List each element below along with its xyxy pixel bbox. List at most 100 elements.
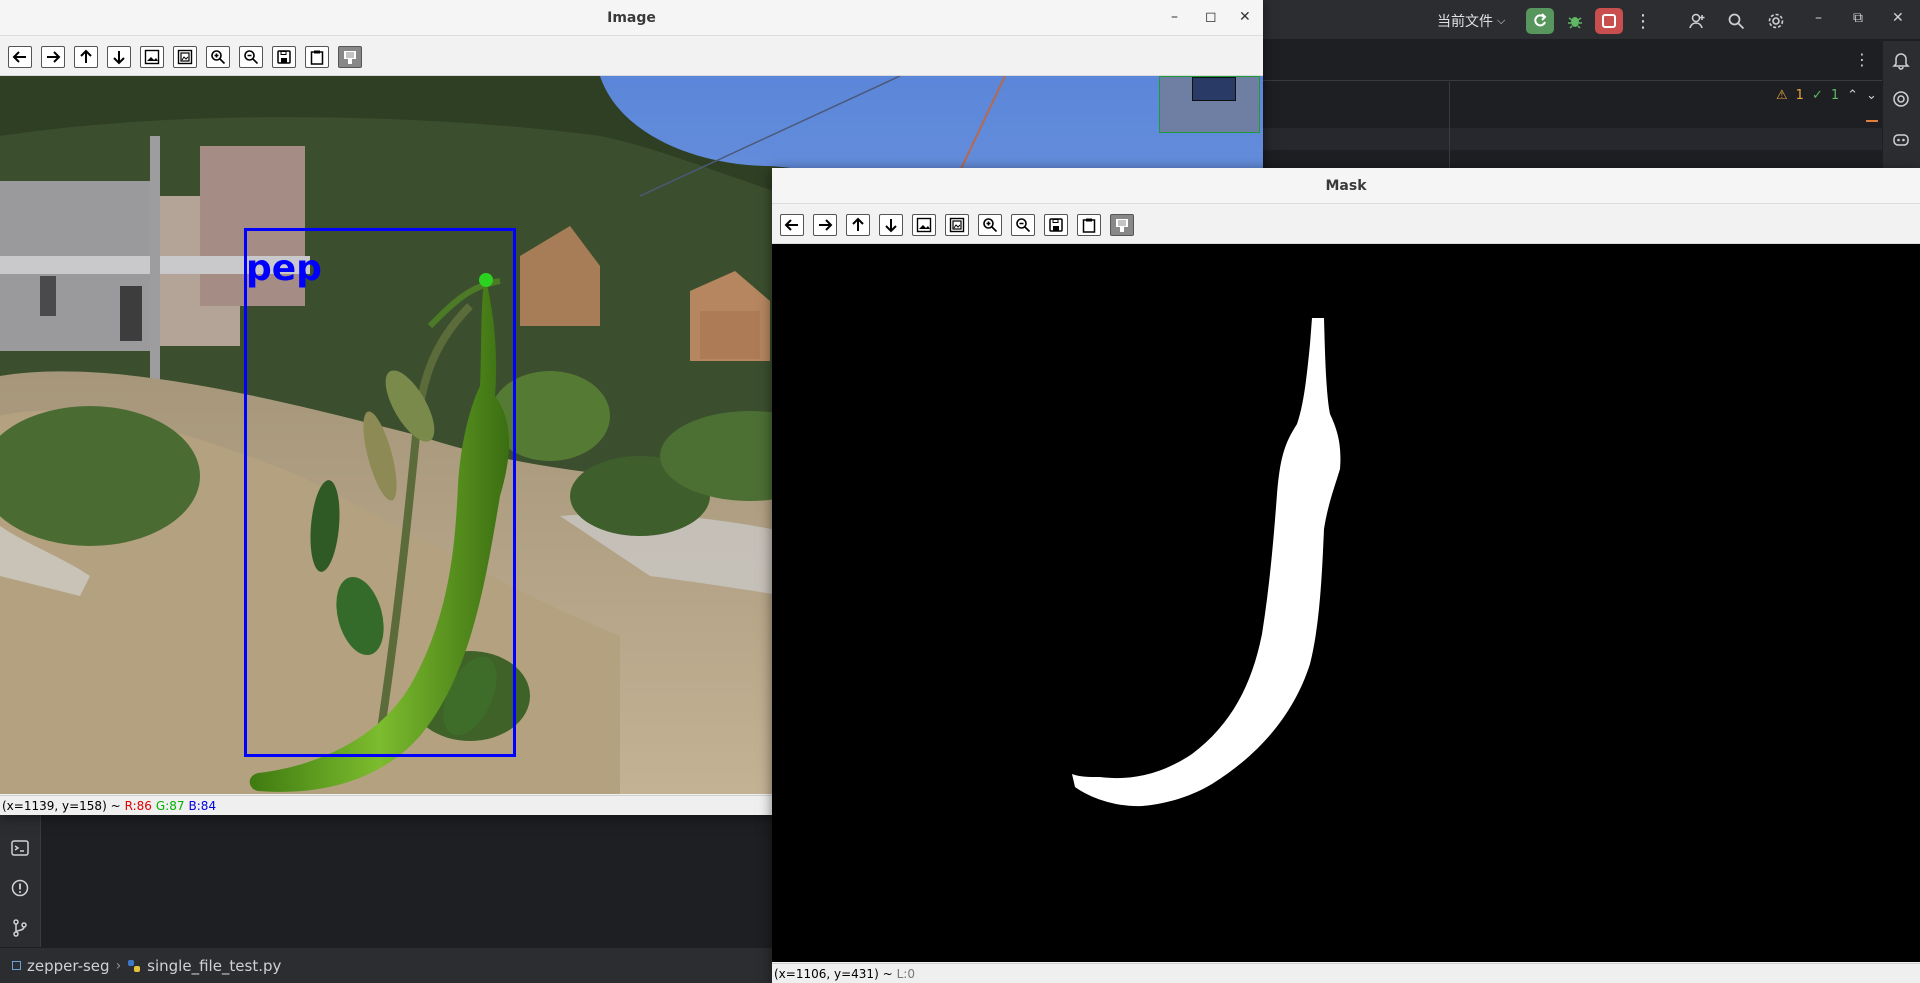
minimap-viewport xyxy=(1192,77,1236,101)
copy-clipboard-button[interactable] xyxy=(305,46,329,68)
pan-right-button[interactable] xyxy=(41,46,65,68)
warning-count: 1 xyxy=(1795,88,1804,103)
pan-left-button[interactable] xyxy=(780,214,804,236)
mask-toolbar xyxy=(772,204,1920,244)
clipboard-icon xyxy=(1082,218,1096,233)
zoom-in-icon xyxy=(211,50,226,65)
rerun-button[interactable] xyxy=(1526,8,1554,34)
pan-up-button[interactable] xyxy=(74,46,98,68)
breadcrumb-file[interactable]: single_file_test.py xyxy=(147,957,281,975)
left-tool-strip xyxy=(0,815,40,947)
search-icon xyxy=(1728,13,1745,30)
mask-canvas[interactable] xyxy=(772,244,1920,962)
fit-image-icon xyxy=(177,49,193,65)
mask-shape xyxy=(1072,318,1341,807)
save-button[interactable] xyxy=(272,46,296,68)
zoom-in-button[interactable] xyxy=(206,46,230,68)
arrow-down-icon xyxy=(113,51,125,65)
ok-count: 1 xyxy=(1830,88,1840,103)
chevron-down-icon[interactable]: ⌄ xyxy=(1866,88,1877,103)
arrow-up-icon xyxy=(852,217,864,231)
zoom-out-button[interactable] xyxy=(239,46,263,68)
ide-status-bar: zepper-seg › single_file_test.py xyxy=(0,947,772,983)
pan-up-button[interactable] xyxy=(846,214,870,236)
bug-icon xyxy=(1568,17,1582,29)
settings-button[interactable] xyxy=(1762,8,1790,34)
image-minimize-button[interactable]: – xyxy=(1171,9,1178,25)
notifications-icon[interactable] xyxy=(1891,50,1911,70)
arrow-down-icon xyxy=(885,219,897,233)
add-user-icon xyxy=(1689,13,1705,29)
ide-close-button[interactable]: ✕ xyxy=(1892,10,1904,26)
detection-box xyxy=(244,228,516,757)
git-branch-icon[interactable] xyxy=(10,918,30,938)
editor-options-button[interactable]: ⋮ xyxy=(1854,50,1870,69)
pan-left-button[interactable] xyxy=(8,46,32,68)
zoom-out-button[interactable] xyxy=(1011,214,1035,236)
editor-gutter-divider xyxy=(1449,82,1450,168)
save-button[interactable] xyxy=(1044,214,1068,236)
zoom-original-button[interactable] xyxy=(140,46,164,68)
fit-image-icon xyxy=(949,217,965,233)
mask-window-titlebar[interactable]: Mask xyxy=(772,168,1920,204)
inspection-widget[interactable]: ⚠ 1 ✓ 1 ⌃ ⌄ xyxy=(1776,88,1877,103)
breadcrumb-separator-icon: › xyxy=(115,957,122,974)
copilot-icon[interactable] xyxy=(1891,129,1911,149)
image-icon xyxy=(144,49,160,65)
gear-icon xyxy=(1768,13,1784,29)
image-maximize-button[interactable]: ◻ xyxy=(1205,9,1217,25)
ide-restore-button[interactable]: ⧉ xyxy=(1853,10,1863,26)
arrow-left-icon xyxy=(784,219,798,231)
search-button[interactable] xyxy=(1722,8,1750,34)
stop-icon xyxy=(1602,14,1616,28)
zoom-fit-button[interactable] xyxy=(173,46,197,68)
zoom-original-button[interactable] xyxy=(912,214,936,236)
check-icon: ✓ xyxy=(1811,88,1823,103)
image-toolbar xyxy=(0,36,1263,76)
properties-button[interactable] xyxy=(338,46,362,68)
pan-right-button[interactable] xyxy=(813,214,837,236)
debug-button[interactable] xyxy=(1561,8,1589,34)
image-close-button[interactable]: ✕ xyxy=(1239,9,1251,25)
stop-button[interactable] xyxy=(1595,8,1623,34)
terminal-icon[interactable] xyxy=(10,838,30,858)
arrow-left-icon xyxy=(12,51,26,63)
zoom-out-icon xyxy=(244,50,259,65)
properties-icon xyxy=(344,51,356,64)
breadcrumb-project[interactable]: zepper-seg xyxy=(27,957,110,975)
mask-cursor-coords: (x=1106, y=431) ~ xyxy=(774,966,893,981)
arrow-right-icon xyxy=(47,51,61,63)
image-cursor-coords: (x=1139, y=158) ~ xyxy=(2,798,121,813)
ide-editor-tabs xyxy=(1262,41,1882,81)
save-icon xyxy=(1049,218,1063,232)
pan-down-button[interactable] xyxy=(107,46,131,68)
run-config-selector[interactable]: 当前文件 ⌵ xyxy=(1437,10,1505,32)
arrow-up-icon xyxy=(80,49,92,63)
mask-status-bar: (x=1106, y=431) ~ L:0 xyxy=(772,963,1920,983)
pixel-blue-value: B:84 xyxy=(188,798,217,813)
minimap[interactable] xyxy=(1159,76,1260,133)
ai-assistant-icon[interactable] xyxy=(1891,89,1911,109)
arrow-right-icon xyxy=(819,219,833,231)
chevron-down-icon: ⌵ xyxy=(1497,14,1506,27)
zoom-out-icon xyxy=(1016,218,1031,233)
mask-window-title: Mask xyxy=(1325,177,1367,194)
clipboard-icon xyxy=(310,50,324,65)
image-window-titlebar[interactable]: Image xyxy=(0,0,1263,36)
more-actions-button[interactable]: ⋮ xyxy=(1629,8,1657,34)
problems-icon[interactable] xyxy=(10,878,30,898)
pixel-luminance-value: L:0 xyxy=(896,966,915,981)
zoom-in-button[interactable] xyxy=(978,214,1002,236)
image-icon xyxy=(916,217,932,233)
run-config-label: 当前文件 xyxy=(1437,14,1493,30)
bottom-tool-panel xyxy=(40,815,772,947)
ide-minimize-button[interactable]: – xyxy=(1815,10,1822,26)
pixel-red-value: R:86 xyxy=(124,798,152,813)
add-user-button[interactable] xyxy=(1683,8,1711,34)
copy-clipboard-button[interactable] xyxy=(1077,214,1101,236)
pixel-green-value: G:87 xyxy=(155,798,185,813)
zoom-fit-button[interactable] xyxy=(945,214,969,236)
pan-down-button[interactable] xyxy=(879,214,903,236)
properties-button[interactable] xyxy=(1110,214,1134,236)
chevron-up-icon[interactable]: ⌃ xyxy=(1847,88,1858,103)
